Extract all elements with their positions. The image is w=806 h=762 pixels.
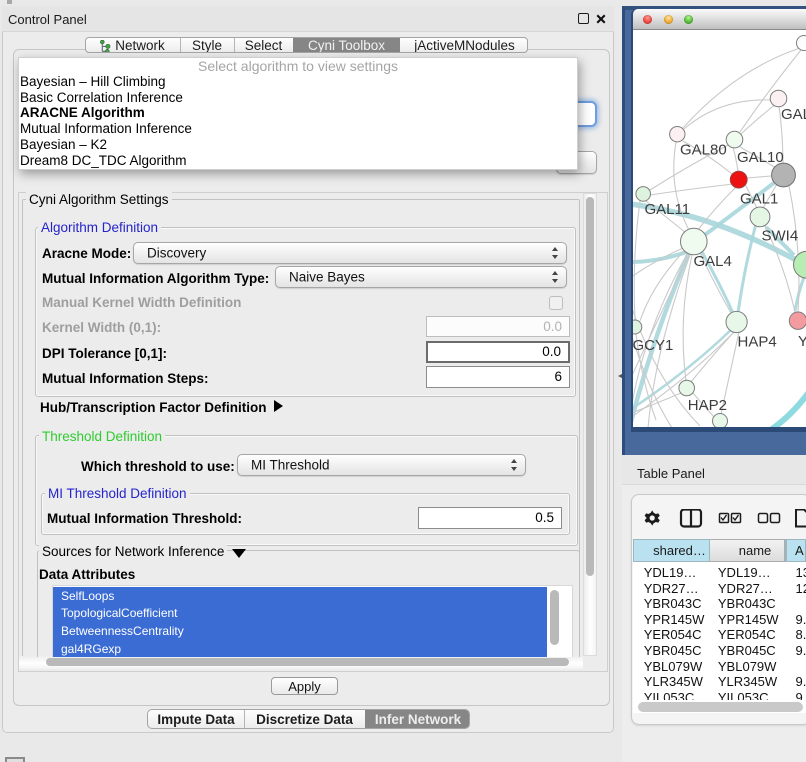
svg-text:GAL3: GAL3 bbox=[781, 106, 806, 123]
svg-text:GAL1: GAL1 bbox=[740, 191, 778, 208]
svg-text:GAL10: GAL10 bbox=[737, 149, 784, 166]
svg-text:SWI4: SWI4 bbox=[762, 228, 799, 245]
svg-text:GCY1: GCY1 bbox=[633, 337, 673, 354]
svg-text:YJR048W: YJR048W bbox=[798, 333, 806, 350]
svg-text:GAL80: GAL80 bbox=[680, 142, 727, 159]
svg-text:GAL4: GAL4 bbox=[694, 253, 732, 270]
svg-text:HAP2: HAP2 bbox=[688, 397, 727, 414]
svg-text:HAP4: HAP4 bbox=[738, 334, 777, 351]
svg-text:GAL11: GAL11 bbox=[645, 201, 691, 218]
